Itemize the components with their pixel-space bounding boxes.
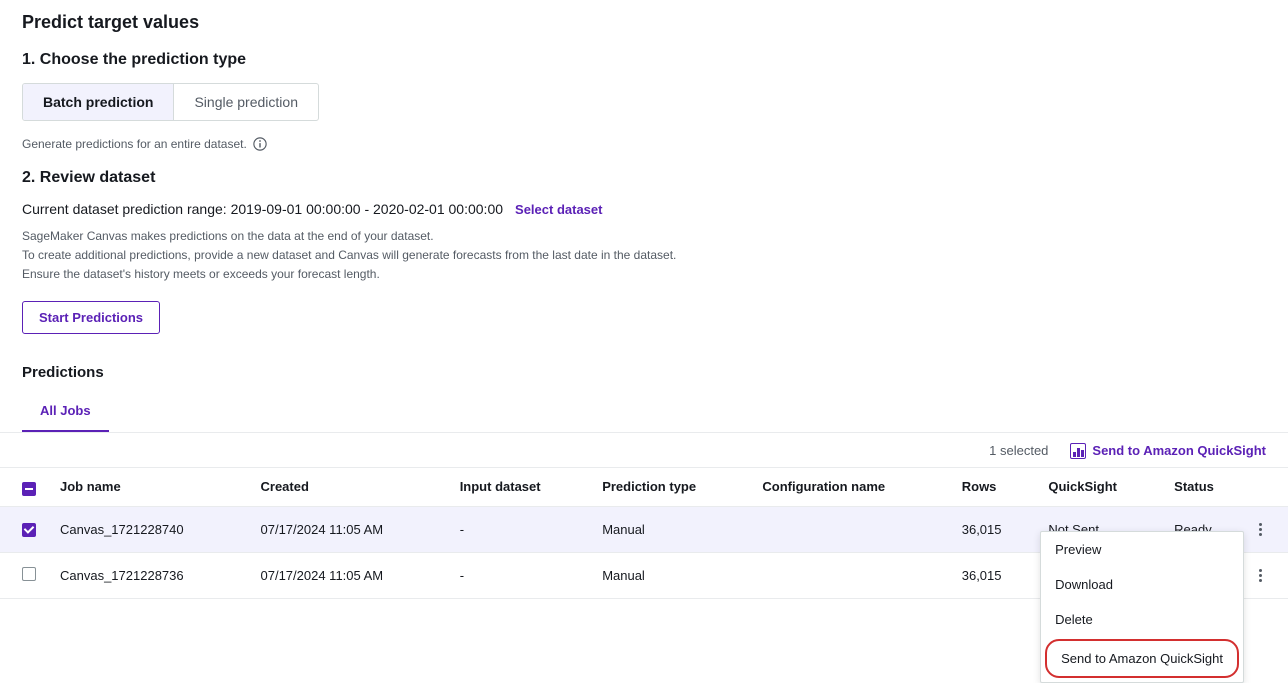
predictions-subtabs: All Jobs <box>0 391 1288 433</box>
dataset-range-label: Current dataset prediction range: 2019-0… <box>22 201 503 217</box>
cell-config-name <box>750 552 949 598</box>
cell-prediction-type: Manual <box>590 506 750 552</box>
row-checkbox[interactable] <box>22 523 36 537</box>
col-created: Created <box>249 467 448 506</box>
menu-item-send-quicksight[interactable]: Send to Amazon QuickSight <box>1045 639 1239 678</box>
qs-link-label: Send to Amazon QuickSight <box>1092 443 1266 458</box>
range-value: 2019-09-01 00:00:00 - 2020-02-01 00:00:0… <box>231 201 503 217</box>
range-prefix: Current dataset prediction range: <box>22 201 231 217</box>
col-quicksight: QuickSight <box>1036 467 1162 506</box>
page-title: Predict target values <box>22 12 1266 33</box>
tab-single-prediction[interactable]: Single prediction <box>173 84 318 120</box>
row-context-menu: Preview Download Delete Send to Amazon Q… <box>1040 531 1244 683</box>
cell-input-dataset: - <box>448 552 591 598</box>
help-text-label: Generate predictions for an entire datas… <box>22 137 247 151</box>
section1-heading: 1. Choose the prediction type <box>22 51 1266 69</box>
cell-input-dataset: - <box>448 506 591 552</box>
row-actions-menu-button[interactable] <box>1255 519 1266 540</box>
dataset-note-3: Ensure the dataset's history meets or ex… <box>22 265 1266 284</box>
cell-config-name <box>750 506 949 552</box>
prediction-type-tabs: Batch prediction Single prediction <box>22 83 319 121</box>
cell-job-name: Canvas_1721228740 <box>48 506 249 552</box>
start-predictions-button[interactable]: Start Predictions <box>22 301 160 334</box>
select-dataset-link[interactable]: Select dataset <box>515 202 602 217</box>
info-icon[interactable] <box>253 137 267 151</box>
cell-created: 07/17/2024 11:05 AM <box>249 506 448 552</box>
tab-all-jobs[interactable]: All Jobs <box>22 391 109 432</box>
row-actions-menu-button[interactable] <box>1255 565 1266 586</box>
selected-count: 1 selected <box>989 443 1048 458</box>
table-toolbar: 1 selected Send to Amazon QuickSight <box>22 433 1266 467</box>
col-rows: Rows <box>950 467 1037 506</box>
chart-icon <box>1070 443 1086 459</box>
select-all-checkbox[interactable] <box>22 482 36 496</box>
prediction-type-help: Generate predictions for an entire datas… <box>22 137 1266 151</box>
cell-created: 07/17/2024 11:05 AM <box>249 552 448 598</box>
menu-item-download[interactable]: Download <box>1041 567 1243 602</box>
col-status: Status <box>1162 467 1288 506</box>
send-to-quicksight-link[interactable]: Send to Amazon QuickSight <box>1070 443 1266 459</box>
menu-item-preview[interactable]: Preview <box>1041 532 1243 567</box>
col-config-name: Configuration name <box>750 467 949 506</box>
dataset-note-2: To create additional predictions, provid… <box>22 246 1266 265</box>
cell-prediction-type: Manual <box>590 552 750 598</box>
cell-rows: 36,015 <box>950 506 1037 552</box>
row-checkbox[interactable] <box>22 567 36 581</box>
cell-rows: 36,015 <box>950 552 1037 598</box>
col-job-name: Job name <box>48 467 249 506</box>
dataset-note-1: SageMaker Canvas makes predictions on th… <box>22 227 1266 246</box>
cell-job-name: Canvas_1721228736 <box>48 552 249 598</box>
predictions-heading: Predictions <box>22 364 1266 381</box>
tab-batch-prediction[interactable]: Batch prediction <box>23 84 173 120</box>
section2-heading: 2. Review dataset <box>22 169 1266 187</box>
menu-item-delete[interactable]: Delete <box>1041 602 1243 637</box>
col-prediction-type: Prediction type <box>590 467 750 506</box>
col-input-dataset: Input dataset <box>448 467 591 506</box>
